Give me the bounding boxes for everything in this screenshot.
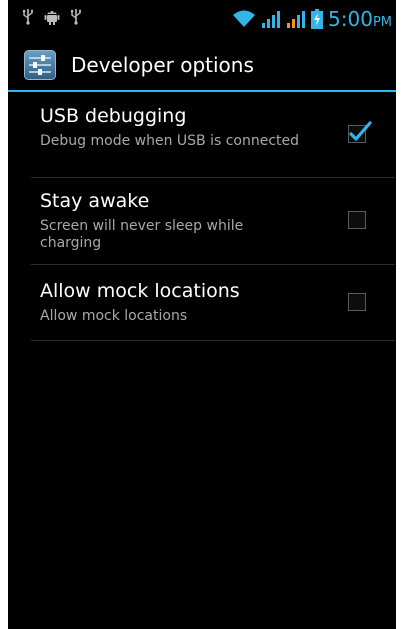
clock: 5:00PM [328, 7, 392, 35]
battery-charging-icon [311, 9, 324, 33]
pref-usb-debugging[interactable]: USB debugging Debug mode when USB is con… [31, 92, 395, 178]
action-bar: Developer options [8, 38, 396, 92]
pref-summary: Debug mode when USB is connected [40, 133, 300, 149]
android-screen: 5:00PM Developer options USB debugging D… [8, 0, 396, 629]
pref-summary: Allow mock locations [40, 308, 188, 324]
system-icons: 5:00PM [232, 7, 392, 35]
signal-icon [261, 9, 281, 33]
pref-allow-mock-locations[interactable]: Allow mock locations Allow mock location… [31, 265, 395, 341]
pref-title: Allow mock locations [40, 280, 240, 302]
pref-title: USB debugging [40, 105, 187, 127]
stay-awake-checkbox[interactable] [348, 211, 366, 229]
usb-icon [22, 8, 34, 29]
pref-title: Stay awake [40, 190, 150, 212]
notification-icons [22, 8, 82, 29]
usb-debugging-checkbox[interactable] [348, 121, 372, 143]
settings-sliders-icon[interactable] [24, 50, 56, 80]
page-title: Developer options [71, 53, 254, 77]
usb-icon [70, 8, 82, 29]
allow-mock-locations-checkbox[interactable] [348, 293, 366, 311]
android-debug-icon [44, 8, 60, 29]
signal-icon [286, 9, 306, 33]
pref-summary: Screen will never sleep while charging [40, 218, 244, 251]
clock-time: 5:00 [328, 7, 373, 31]
clock-ampm: PM [372, 15, 392, 30]
status-bar: 5:00PM [8, 0, 396, 38]
preference-list: USB debugging Debug mode when USB is con… [8, 92, 396, 341]
wifi-icon [232, 9, 256, 33]
pref-stay-awake[interactable]: Stay awake Screen will never sleep while… [31, 178, 395, 265]
